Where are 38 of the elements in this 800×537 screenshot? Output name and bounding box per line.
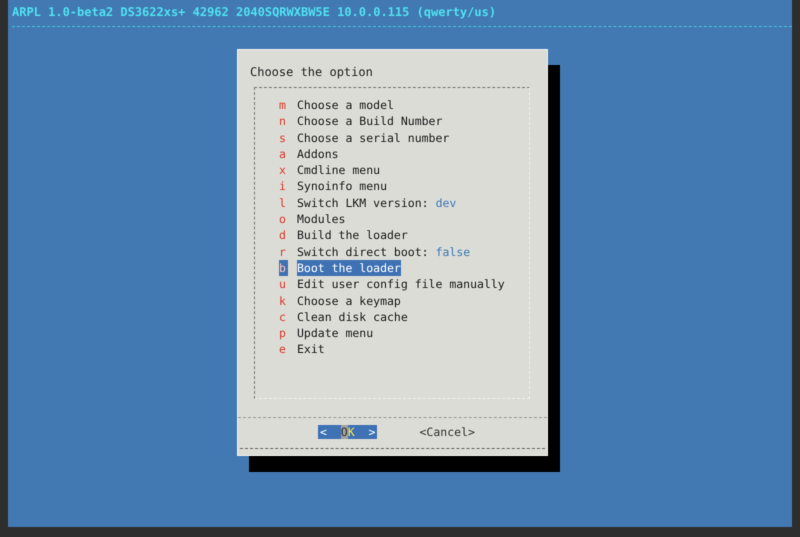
menu-item[interactable]: Synoinfo menu [297, 178, 388, 195]
menu-item[interactable]: Modules [297, 211, 346, 228]
menu-item[interactable]: Choose a keymap [297, 292, 401, 309]
hotkey-letter: o [279, 211, 287, 228]
hotkey-letter: e [279, 341, 287, 358]
menu-item[interactable]: Switch LKM version: [297, 194, 429, 212]
hotkey-letter: d [279, 227, 287, 244]
hotkey-letter: n [279, 113, 287, 130]
menu-item[interactable]: Addons [297, 146, 339, 162]
dialog-title: Choose the option [249, 64, 374, 80]
menu-item[interactable]: Update menu [297, 325, 374, 342]
menu-item[interactable]: Choose a serial number [297, 130, 450, 146]
menu-item[interactable]: Boot the loader [297, 260, 401, 276]
hotkey-letter: k [279, 292, 287, 309]
hotkey-letter: i [279, 178, 287, 195]
dialog-button[interactable]: <Cancel> [417, 425, 477, 439]
header-title: ARPL 1.0-beta2 DS3622xs+ 42962 2040SQRWXBW5E 10.0.0.115 (qwerty/us) [11, 4, 498, 20]
dialog-button[interactable]: < OK > [318, 425, 378, 439]
hotkey-letter: c [279, 308, 287, 326]
menu-item[interactable]: Cmdline menu [297, 162, 380, 178]
menu-item[interactable]: Exit [297, 341, 325, 358]
menu-item-value: false [436, 244, 470, 260]
hotkey-letter: m [279, 97, 287, 114]
menu-item[interactable]: Edit user config file manually [297, 276, 505, 293]
hotkey-letter: p [279, 325, 287, 342]
menu-item[interactable]: Build the loader [297, 227, 408, 244]
hotkey-letter: r [279, 244, 287, 260]
hotkey-letter: x [279, 162, 287, 178]
hotkey-letter: l [279, 194, 287, 212]
hotkey-letter: a [279, 146, 287, 162]
menu-item[interactable]: Clean disk cache [297, 308, 408, 326]
hotkey-letter: b [279, 260, 288, 276]
hotkey-letter: s [279, 130, 287, 146]
hotkey-letter: u [279, 276, 287, 293]
menu-item[interactable]: Switch direct boot: [297, 244, 429, 260]
menu-item[interactable]: Choose a model [297, 97, 394, 114]
menu-item[interactable]: Choose a Build Number [297, 113, 442, 130]
menu-item-value: dev [436, 194, 456, 212]
